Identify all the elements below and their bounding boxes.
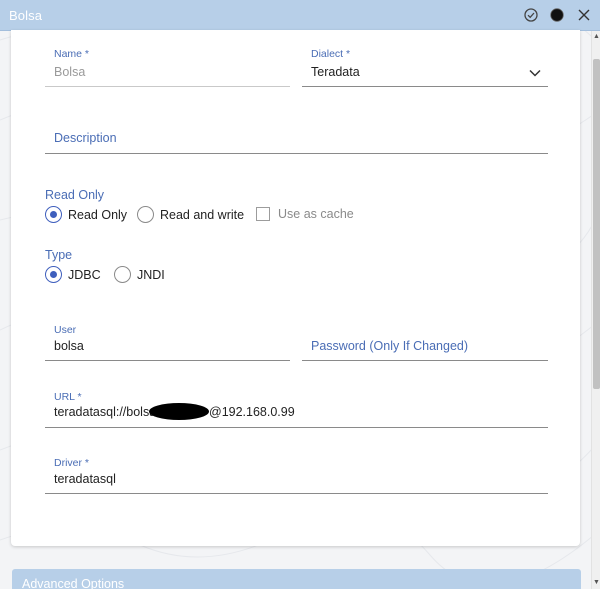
url-field[interactable]: URL * teradatasql://bolsa @192.168.0.99 <box>45 387 548 428</box>
window-title: Bolsa <box>9 8 43 23</box>
read-write-radio[interactable]: Read and write <box>137 206 244 223</box>
dialect-select[interactable]: Dialect * Teradata <box>302 46 548 87</box>
user-value: bolsa <box>54 339 84 353</box>
url-underline <box>45 427 548 428</box>
jndi-radio[interactable]: JNDI <box>114 266 165 283</box>
jdbc-radio[interactable]: JDBC <box>45 266 101 283</box>
record-icon[interactable] <box>549 7 565 23</box>
user-field[interactable]: User bolsa <box>45 320 290 361</box>
description-placeholder: Description <box>54 131 117 145</box>
password-field[interactable]: Password (Only If Changed) <box>302 320 548 361</box>
read-only-radio[interactable]: Read Only <box>45 206 127 223</box>
password-placeholder: Password (Only If Changed) <box>311 339 469 353</box>
url-label: URL * <box>54 391 82 403</box>
chevron-down-icon[interactable] <box>528 65 542 77</box>
url-value-suffix: @192.168.0.99 <box>209 405 295 419</box>
scrollbar[interactable]: ▲ ▼ <box>591 31 600 589</box>
scrollbar-thumb[interactable] <box>593 59 600 389</box>
close-icon[interactable] <box>576 7 592 23</box>
name-label: Name * <box>54 48 90 60</box>
scroll-down-icon[interactable]: ▼ <box>593 579 600 587</box>
jndi-radio-label: JNDI <box>137 267 165 282</box>
driver-value: teradatasql <box>54 472 116 486</box>
name-value: Bolsa <box>54 65 86 79</box>
use-as-cache-checkbox[interactable]: Use as cache <box>256 207 354 221</box>
radio-checked-icon <box>45 266 62 283</box>
user-label: User <box>54 324 77 336</box>
driver-underline <box>45 493 548 494</box>
read-only-label: Read Only <box>45 188 105 202</box>
dialect-underline <box>302 86 548 87</box>
password-underline <box>302 360 548 361</box>
description-field[interactable]: Description <box>45 124 548 154</box>
type-label: Type <box>45 248 73 262</box>
advanced-options-panel[interactable]: Advanced Options <box>12 569 581 589</box>
driver-label: Driver * <box>54 457 90 469</box>
description-underline <box>45 153 548 154</box>
url-value-prefix: teradatasql://bolsa <box>54 405 157 419</box>
radio-unchecked-icon <box>114 266 131 283</box>
name-field[interactable]: Name * Bolsa <box>45 46 290 87</box>
scroll-up-icon[interactable]: ▲ <box>593 33 600 41</box>
radio-checked-icon <box>45 206 62 223</box>
window-titlebar: Bolsa <box>0 0 600 31</box>
driver-field[interactable]: Driver * teradatasql <box>45 453 548 494</box>
use-as-cache-label: Use as cache <box>278 207 354 221</box>
checkbox-unchecked-icon <box>256 207 270 221</box>
name-underline <box>45 86 290 87</box>
jdbc-radio-label: JDBC <box>68 267 101 282</box>
redaction-mark <box>149 403 209 420</box>
user-underline <box>45 360 290 361</box>
check-circle-icon[interactable] <box>523 7 539 23</box>
dialect-label: Dialect * <box>311 48 351 60</box>
dialect-value: Teradata <box>311 65 360 79</box>
advanced-options-label: Advanced Options <box>22 577 125 589</box>
read-write-radio-label: Read and write <box>160 207 245 222</box>
radio-unchecked-icon <box>137 206 154 223</box>
read-only-radio-label: Read Only <box>68 207 128 222</box>
